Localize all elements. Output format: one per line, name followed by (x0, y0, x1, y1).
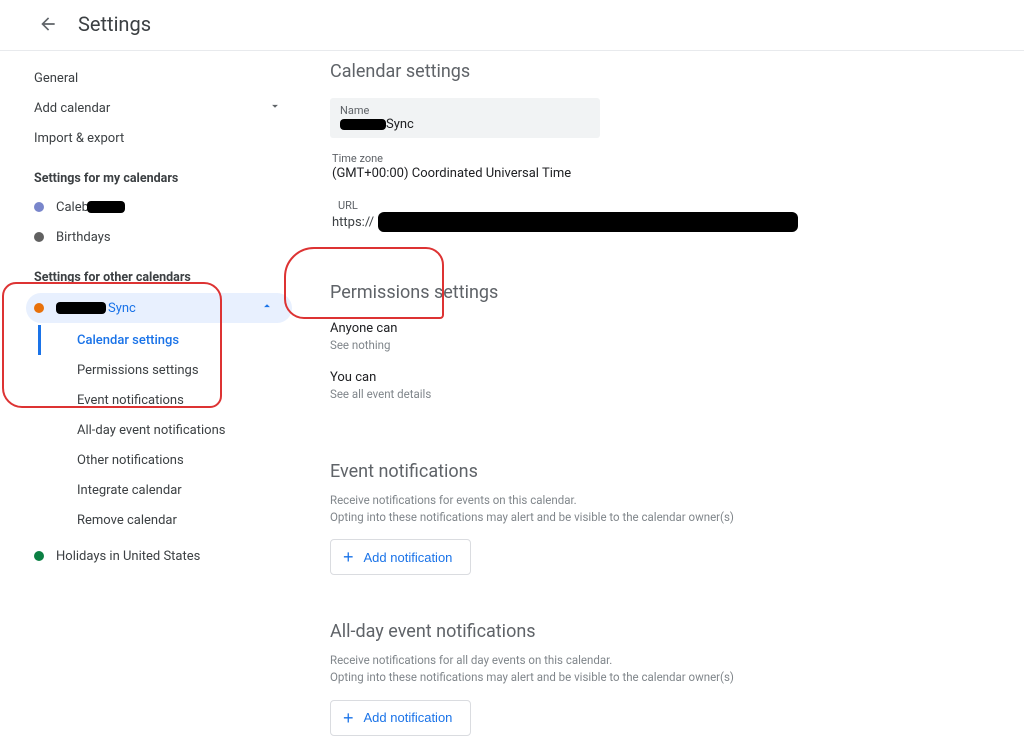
event-notifs-desc1: Receive notifications for events on this… (330, 492, 1014, 509)
sidebar-item-general[interactable]: General (0, 63, 300, 93)
permission-who: Anyone can (330, 321, 1014, 336)
chevron-down-icon (268, 99, 286, 117)
sidebar-label: Sync (108, 301, 136, 316)
sidebar-sub-allday-notifications[interactable]: All-day event notifications (38, 415, 300, 445)
main-content: Calendar settings Name Sync Time zone (G… (300, 51, 1024, 736)
redaction-mark (340, 119, 386, 130)
sub-label: Integrate calendar (77, 483, 182, 498)
add-event-notification-button[interactable]: + Add notification (330, 539, 471, 575)
tz-label: Time zone (332, 152, 1014, 165)
permission-who: You can (330, 370, 1014, 385)
sidebar-item-selected-calendar[interactable]: Sync (26, 293, 292, 323)
sub-label: All-day event notifications (77, 423, 225, 438)
name-value-text: Sync (386, 117, 414, 132)
tz-value: (GMT+00:00) Coordinated Universal Time (332, 166, 1014, 181)
sidebar-label: Add calendar (34, 101, 110, 116)
allday-notifs-desc1: Receive notifications for all day events… (330, 652, 1014, 669)
sub-label: Other notifications (77, 453, 184, 468)
back-button[interactable] (36, 12, 60, 36)
url-block: URL https:// (330, 199, 1014, 232)
chevron-up-icon (260, 299, 278, 317)
section-title-permissions: Permissions settings (330, 282, 1014, 303)
sidebar-item-my-cal-0[interactable]: Caleb (0, 192, 300, 222)
event-notifs-desc2: Opting into these notifications may aler… (330, 509, 1014, 526)
plus-icon: + (343, 548, 354, 566)
permission-row: You can See all event details (330, 370, 1014, 401)
settings-header: Settings (0, 0, 1024, 51)
sidebar-sub-remove[interactable]: Remove calendar (38, 505, 300, 535)
permission-row: Anyone can See nothing (330, 321, 1014, 352)
allday-notifs-desc2: Opting into these notifications may aler… (330, 669, 1014, 686)
page-title: Settings (78, 12, 151, 36)
sidebar-sub-event-notifications[interactable]: Event notifications (38, 385, 300, 415)
button-label: Add notification (364, 710, 453, 725)
sidebar-heading-my-calendars: Settings for my calendars (0, 153, 300, 192)
redaction-mark (56, 302, 106, 314)
calendar-color-dot (34, 202, 44, 212)
url-label: URL (332, 199, 798, 212)
url-prefix: https:// (332, 215, 374, 230)
name-field[interactable]: Name Sync (330, 98, 600, 138)
sub-label: Event notifications (77, 393, 184, 408)
permission-what: See all event details (330, 387, 1014, 401)
section-title-calendar-settings: Calendar settings (330, 61, 1014, 82)
plus-icon: + (343, 709, 354, 727)
sidebar-label: Import & export (34, 131, 124, 146)
sidebar-label: Caleb (56, 200, 89, 215)
sidebar-sublist: Calendar settings Permissions settings E… (0, 325, 300, 535)
sidebar-item-add-calendar[interactable]: Add calendar (0, 93, 300, 123)
button-label: Add notification (364, 550, 453, 565)
name-label: Name (340, 104, 590, 117)
timezone-block: Time zone (GMT+00:00) Coordinated Univer… (330, 152, 1014, 181)
sidebar-label: Holidays in United States (56, 549, 200, 564)
sidebar-label: Birthdays (56, 230, 111, 245)
sidebar-item-my-cal-1[interactable]: Birthdays (0, 222, 300, 252)
sub-label: Permissions settings (77, 363, 199, 378)
redaction-mark (378, 212, 798, 232)
sub-label: Calendar settings (77, 333, 179, 348)
calendar-color-dot (34, 303, 44, 313)
sub-label: Remove calendar (77, 513, 177, 528)
sidebar-sub-calendar-settings[interactable]: Calendar settings (38, 325, 300, 355)
sidebar-label: General (34, 71, 78, 86)
sidebar-item-import-export[interactable]: Import & export (0, 123, 300, 153)
arrow-left-icon (38, 14, 58, 34)
name-value: Sync (340, 117, 590, 132)
redaction-mark (87, 201, 125, 213)
sidebar-sub-permissions[interactable]: Permissions settings (38, 355, 300, 385)
section-title-event-notifications: Event notifications (330, 461, 1014, 482)
sidebar-sub-other-notifications[interactable]: Other notifications (38, 445, 300, 475)
sidebar-item-holidays[interactable]: Holidays in United States (0, 541, 300, 571)
calendar-color-dot (34, 232, 44, 242)
section-title-allday-notifications: All-day event notifications (330, 621, 1014, 642)
settings-sidebar: General Add calendar Import & export Set… (0, 51, 300, 736)
calendar-color-dot (34, 551, 44, 561)
add-allday-notification-button[interactable]: + Add notification (330, 700, 471, 736)
sidebar-heading-other-calendars: Settings for other calendars (0, 252, 300, 291)
sidebar-sub-integrate[interactable]: Integrate calendar (38, 475, 300, 505)
permission-what: See nothing (330, 338, 1014, 352)
